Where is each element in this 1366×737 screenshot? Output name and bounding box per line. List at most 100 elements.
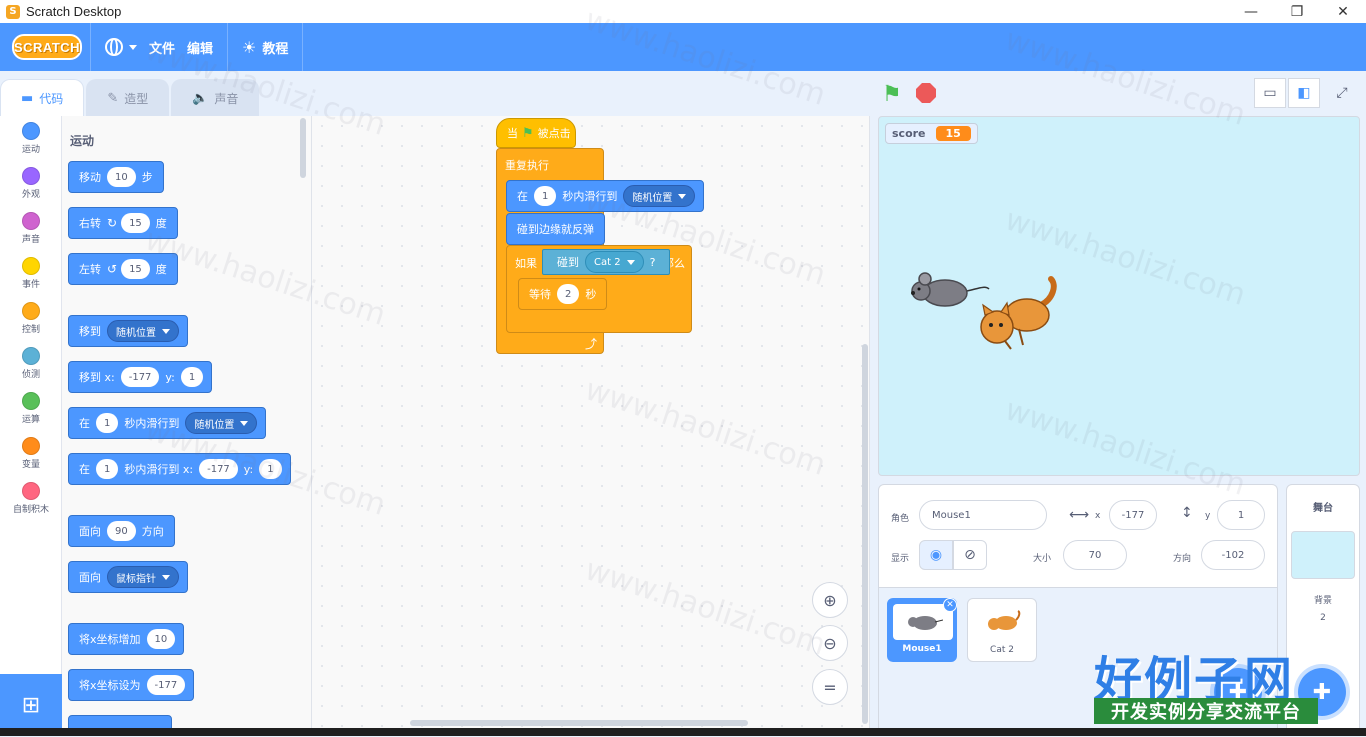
show-sprite-button[interactable]: ◉ [919, 540, 953, 570]
large-stage-button[interactable]: ◧ [1288, 78, 1320, 108]
horizontal-scrollbar[interactable] [410, 720, 748, 726]
rotate-clockwise-icon: ↻ [107, 216, 118, 230]
block-palette: 运动 移动 10 步 右转 ↻ 15 度 左转 ↺ 15 度 移到 随机位置 移… [62, 116, 312, 736]
y-field[interactable]: 1 [1217, 500, 1265, 530]
category-label: 自制积木 [12, 505, 49, 515]
fullscreen-icon: ⤢ [1336, 85, 1348, 101]
block-dropdown[interactable]: 鼠标指针 [107, 566, 179, 588]
delete-sprite-icon[interactable]: ✕ [943, 598, 957, 612]
block-input[interactable]: 1 [259, 459, 282, 479]
cat-sprite[interactable] [975, 275, 1065, 355]
tutorials-menu[interactable]: ☀ 教程 [236, 23, 294, 71]
block-input[interactable]: 1 [96, 459, 119, 479]
block-wait[interactable]: 等待 2 秒 [518, 278, 608, 310]
size-field[interactable]: 70 [1063, 540, 1127, 570]
block-input[interactable]: 90 [107, 521, 136, 541]
close-button[interactable]: ✕ [1320, 0, 1366, 23]
show-label: 显示 [891, 554, 910, 564]
direction-field[interactable]: -102 [1201, 540, 1265, 570]
block-input[interactable]: -177 [146, 675, 186, 695]
block-goto-xy[interactable]: 移到 x: -177 y: 1 [68, 361, 213, 393]
sprite-name-field[interactable]: Mouse1 [919, 500, 1047, 530]
block-bounce[interactable]: 碰到边缘就反弹 [506, 213, 605, 245]
scripts-area[interactable]: 重复执行 ⤴ 当 ⚑ 被点击 在 1 秒内滑行到 随机位置 碰到边缘就反弹 如果… [312, 116, 870, 736]
file-menu[interactable]: 文件 [143, 23, 181, 71]
block-input[interactable]: 10 [146, 629, 176, 649]
block-input[interactable]: 15 [121, 259, 150, 279]
edit-menu[interactable]: 编辑 [181, 23, 219, 71]
category-variables[interactable]: 变量 [0, 437, 62, 470]
add-extension-button[interactable]: ⊞ [0, 674, 62, 736]
category-label: 声音 [21, 235, 40, 245]
block-glide[interactable]: 在 1 秒内滑行到 随机位置 [68, 407, 267, 439]
tab-costumes[interactable]: ✎ 造型 [86, 79, 170, 116]
stop-button[interactable] [916, 83, 936, 103]
category-looks[interactable]: 外观 [0, 167, 62, 200]
scratch-logo[interactable]: SCRATCH [12, 34, 82, 60]
category-label: 控制 [21, 325, 40, 335]
vertical-scrollbar[interactable] [862, 344, 868, 724]
maximize-button[interactable]: ❐ [1274, 0, 1320, 23]
language-menu[interactable] [99, 23, 143, 71]
block-text: y: [165, 370, 175, 384]
category-my-blocks[interactable]: 自制积木 [0, 482, 62, 515]
block-dropdown[interactable]: Cat 2 [585, 251, 644, 273]
tutorials-label: 教程 [262, 41, 289, 57]
zoom-out-button[interactable]: ⊖ [812, 625, 848, 661]
category-dot [22, 302, 40, 320]
block-dropdown[interactable]: 随机位置 [185, 412, 258, 434]
block-glide-xy[interactable]: 在 1 秒内滑行到 x: -177 y: 1 [68, 453, 291, 485]
block-turn-left[interactable]: 左转 ↺ 15 度 [68, 253, 178, 285]
zoom-in-button[interactable]: ⊕ [812, 582, 848, 618]
lightbulb-icon: ☀ [242, 37, 257, 57]
block-text: 面向 [79, 525, 101, 538]
category-events[interactable]: 事件 [0, 257, 62, 290]
block-touching[interactable]: 碰到 Cat 2 ? [542, 249, 671, 275]
tab-code[interactable]: ▬ 代码 [0, 79, 85, 116]
block-change-x[interactable]: 将x坐标增加 10 [68, 623, 185, 655]
block-dropdown[interactable]: 随机位置 [107, 320, 179, 342]
variable-monitor[interactable]: score 15 [885, 123, 978, 144]
category-motion[interactable]: 运动 [0, 122, 62, 155]
fullscreen-button[interactable]: ⤢ [1326, 78, 1358, 108]
horizontal-arrows-icon: ⟷ [1069, 507, 1090, 523]
block-move[interactable]: 移动 10 步 [68, 161, 164, 193]
x-field[interactable]: -177 [1109, 500, 1157, 530]
block-input[interactable]: 1 [180, 367, 204, 387]
small-stage-icon: ▭ [1263, 85, 1277, 101]
category-control[interactable]: 控制 [0, 302, 62, 335]
backdrop-thumbnail[interactable] [1291, 531, 1355, 579]
block-input[interactable]: 1 [534, 186, 557, 206]
sprite-thumb-mouse1[interactable]: Mouse1 ✕ [887, 598, 957, 662]
block-turn-right[interactable]: 右转 ↻ 15 度 [68, 207, 178, 239]
tab-sounds[interactable]: 🔈 声音 [171, 79, 260, 116]
block-point-direction[interactable]: 面向 90 方向 [68, 515, 175, 547]
menu-bar: SCRATCH 文件 编辑 ☀ 教程 [0, 23, 1366, 71]
zoom-reset-button[interactable]: = [812, 669, 848, 705]
block-input[interactable]: 1 [96, 413, 119, 433]
block-input[interactable]: 10 [107, 167, 136, 187]
hide-sprite-button[interactable]: ⊘ [953, 540, 987, 570]
category-operators[interactable]: 运算 [0, 392, 62, 425]
block-dropdown[interactable]: 随机位置 [623, 185, 696, 207]
block-input[interactable]: -177 [199, 459, 238, 479]
size-label: 大小 [1033, 554, 1052, 564]
block-glide[interactable]: 在 1 秒内滑行到 随机位置 [506, 180, 705, 212]
globe-icon [105, 38, 123, 56]
stage[interactable]: score 15 [878, 116, 1360, 476]
small-stage-button[interactable]: ▭ [1254, 78, 1286, 108]
block-goto[interactable]: 移到 随机位置 [68, 315, 188, 347]
block-set-x[interactable]: 将x坐标设为 -177 [68, 669, 195, 701]
sprite-thumb-cat2[interactable]: Cat 2 [967, 598, 1037, 662]
block-input[interactable]: 2 [557, 284, 580, 304]
block-when-flag-clicked[interactable]: 当 ⚑ 被点击 [496, 118, 576, 148]
category-sensing[interactable]: 侦测 [0, 347, 62, 380]
block-input[interactable]: 15 [121, 213, 150, 233]
category-sound[interactable]: 声音 [0, 212, 62, 245]
backdrops-count: 2 [1320, 613, 1326, 623]
block-input[interactable]: -177 [120, 367, 160, 387]
green-flag-button[interactable]: ⚑ [882, 82, 902, 107]
palette-scrollbar[interactable] [300, 118, 306, 178]
minimize-button[interactable]: — [1228, 0, 1274, 23]
block-point-towards[interactable]: 面向 鼠标指针 [68, 561, 188, 593]
